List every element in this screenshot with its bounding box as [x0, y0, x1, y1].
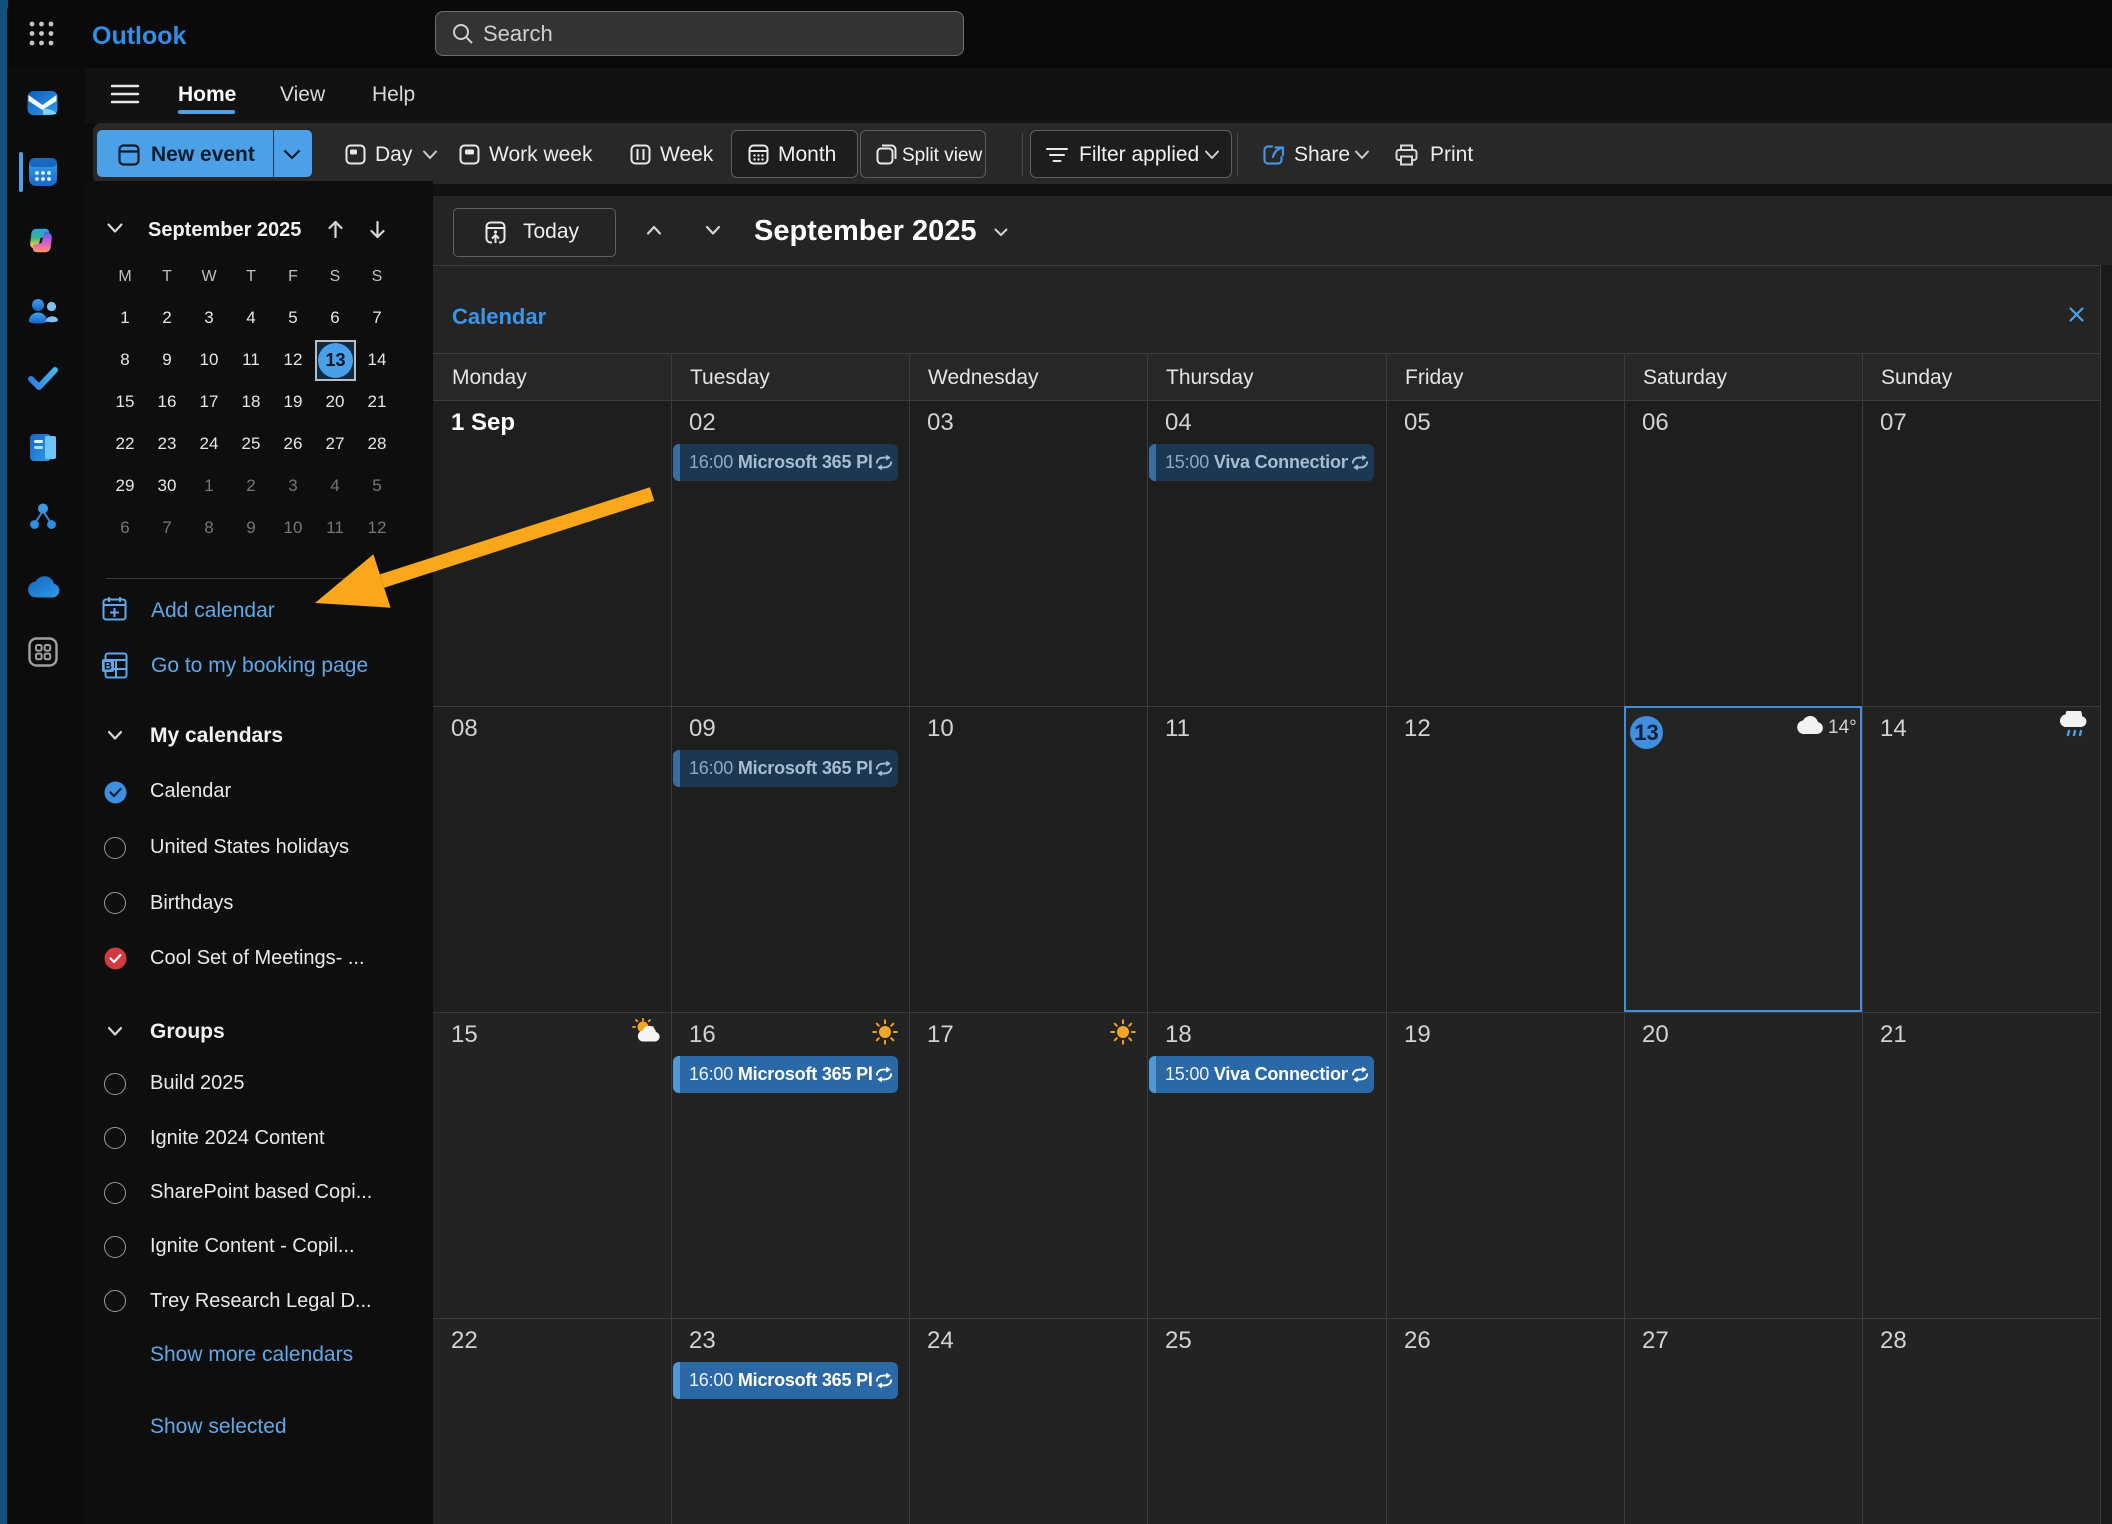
- svg-text:B: B: [104, 661, 112, 673]
